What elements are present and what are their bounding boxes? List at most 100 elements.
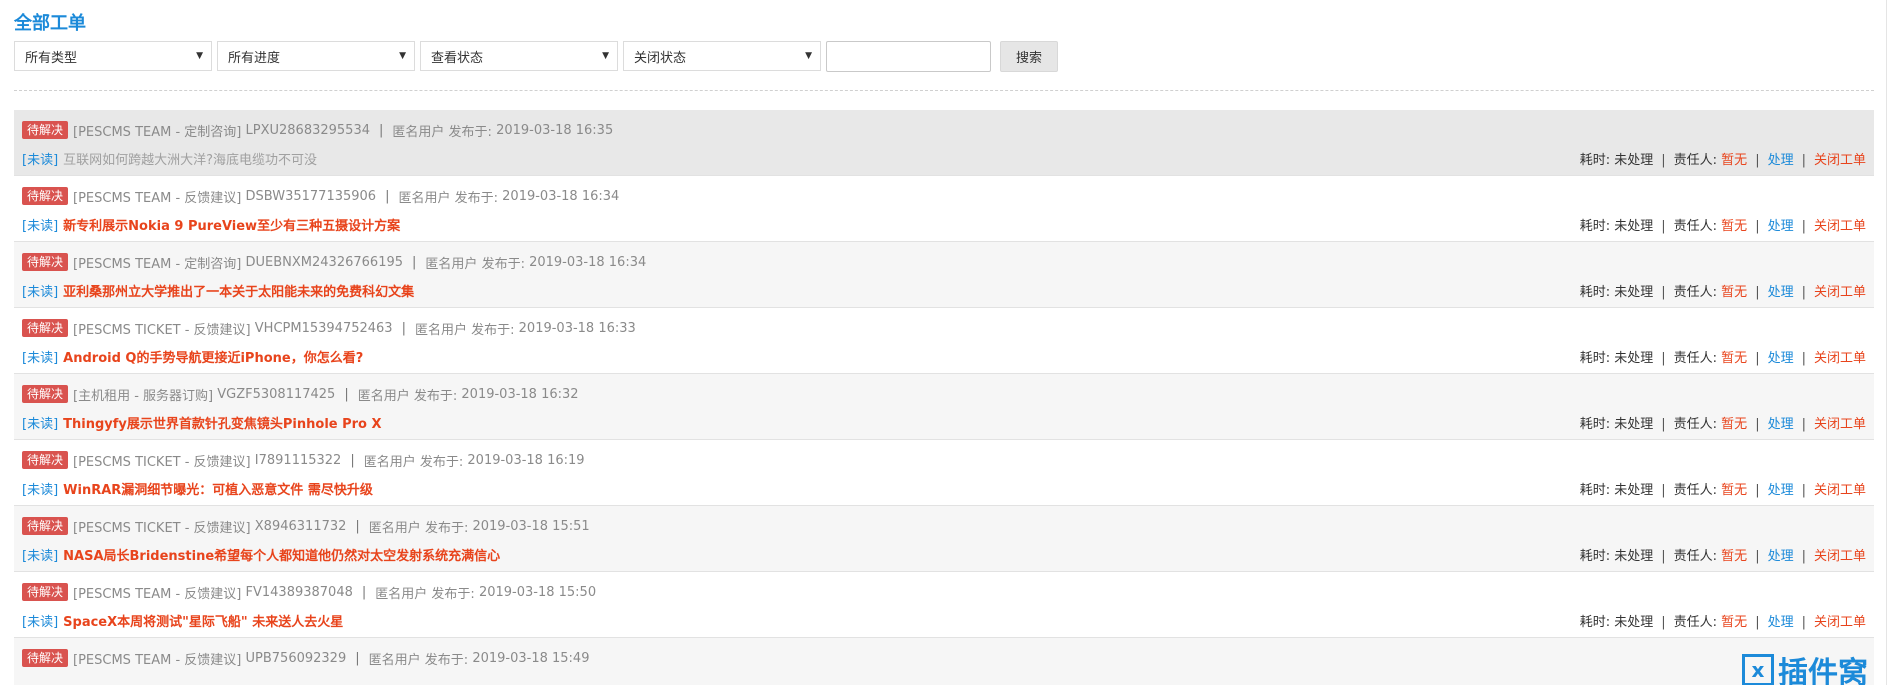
- assignee-label: 责任人:: [1673, 417, 1718, 432]
- close-ticket-link[interactable]: 关闭工单: [1814, 153, 1866, 168]
- time-used-value: 未处理: [1614, 549, 1654, 564]
- separator: |: [412, 254, 417, 270]
- ticket-subject-line: [未读] 互联网如何跨越大洲大洋?海底电缆功不可没: [22, 149, 317, 168]
- watermark-text: 插件窝: [1778, 656, 1868, 685]
- progress-select[interactable]: 所有进度 ▼: [217, 41, 415, 71]
- process-link[interactable]: 处理: [1768, 153, 1794, 168]
- ticket-date: 2019-03-18 16:35: [496, 122, 614, 138]
- search-input[interactable]: [826, 41, 991, 72]
- separator: |: [1801, 285, 1806, 300]
- time-used-label: 耗时:: [1579, 285, 1611, 300]
- published-label: 发布于:: [431, 586, 475, 602]
- close-ticket-link[interactable]: 关闭工单: [1814, 219, 1866, 234]
- chevron-down-icon: ▼: [399, 51, 406, 61]
- ticket-list: 待解决 [PESCMS TEAM - 定制咨询] LPXU28683295534 |…: [14, 110, 1874, 685]
- unread-marker: [未读]: [22, 351, 59, 366]
- ticket-meta: 耗时: 未处理 | 责任人: 暂无 | 处理 | 关闭工单: [1580, 281, 1866, 300]
- status-badge: 待解决: [22, 319, 69, 337]
- unread-marker: [未读]: [22, 549, 59, 564]
- status-badge: 待解决: [22, 451, 69, 469]
- ticket-subject-link[interactable]: 亚利桑那州立大学推出了一本关于太阳能未来的免费科幻文集: [63, 285, 414, 300]
- type-select[interactable]: 所有类型 ▼: [14, 41, 212, 71]
- chevron-down-icon: ▼: [805, 51, 812, 61]
- process-link[interactable]: 处理: [1768, 417, 1794, 432]
- ticket-info: 待解决 [主机租用 - 服务器订购] VGZF5308117425 | 匿名用户 发布…: [22, 385, 579, 404]
- time-used-value: 未处理: [1614, 285, 1654, 300]
- ticket-info: 待解决 [PESCMS TICKET - 反馈建议] I7891115322 | 匿名…: [22, 451, 585, 470]
- separator: |: [1755, 483, 1760, 498]
- ticket-author: 匿名用户: [357, 388, 410, 404]
- separator: |: [1801, 219, 1806, 234]
- ticket-subject-link[interactable]: WinRAR漏洞细节曝光：可植入恶意文件 需尽快升级: [63, 483, 373, 498]
- close-ticket-link[interactable]: 关闭工单: [1814, 483, 1866, 498]
- unread-marker: [未读]: [22, 483, 59, 498]
- ticket-number: VHCPM15394752463: [254, 320, 393, 336]
- time-used-label: 耗时:: [1579, 417, 1611, 432]
- published-label: 发布于:: [471, 322, 515, 338]
- separator: |: [361, 584, 367, 600]
- assignee-value: 暂无: [1721, 549, 1748, 564]
- ticket-subject-line: [未读] SpaceX本周将测试"星际飞船" 未来送人去火星: [22, 611, 343, 630]
- time-used-label: 耗时:: [1579, 153, 1611, 168]
- page-title: 全部工单: [14, 13, 86, 34]
- ticket-subject-line: [未读] Thingyfy展示世界首款针孔变焦镜头Pinhole Pro X: [22, 413, 382, 432]
- time-used-value: 未处理: [1614, 417, 1654, 432]
- published-label: 发布于:: [413, 388, 458, 404]
- separator: |: [1801, 153, 1806, 168]
- ticket-number: VGZF5308117425: [217, 386, 336, 402]
- assignee-value: 暂无: [1721, 219, 1748, 234]
- separator: |: [1661, 351, 1666, 366]
- ticket-subject-link[interactable]: Android Q的手势导航更接近iPhone，你怎么看?: [63, 351, 363, 366]
- ticket-subject-link[interactable]: Thingyfy展示世界首款针孔变焦镜头Pinhole Pro X: [63, 417, 381, 432]
- view-status-select[interactable]: 查看状态 ▼: [420, 41, 618, 71]
- search-button[interactable]: 搜索: [1000, 41, 1058, 72]
- ticket-subject-link[interactable]: 新专利展示Nokia 9 PureView至少有三种五摄设计方案: [63, 219, 400, 234]
- published-label: 发布于:: [481, 256, 525, 272]
- ticket-subject-line: [未读] Android Q的手势导航更接近iPhone，你怎么看?: [22, 347, 363, 366]
- close-ticket-link[interactable]: 关闭工单: [1814, 549, 1866, 564]
- close-ticket-link[interactable]: 关闭工单: [1814, 285, 1866, 300]
- process-link[interactable]: 处理: [1768, 285, 1794, 300]
- assignee-label: 责任人:: [1673, 615, 1718, 630]
- process-link[interactable]: 处理: [1768, 219, 1794, 234]
- ticket-subject-link[interactable]: NASA局长Bridenstine希望每个人都知道他仍然对太空发射系统充满信心: [63, 549, 500, 564]
- assignee-label: 责任人:: [1673, 483, 1718, 498]
- assignee-value: 暂无: [1721, 483, 1748, 498]
- watermark-logo: x 插件窝: [1742, 648, 1868, 685]
- ticket-author: 匿名用户: [392, 124, 445, 140]
- ticket-row: 待解决 [PESCMS TICKET - 反馈建议] X8946311732 | 匿名…: [14, 506, 1874, 572]
- ticket-subject-link[interactable]: 互联网如何跨越大洲大洋?海底电缆功不可没: [63, 153, 317, 168]
- time-used-value: 未处理: [1614, 351, 1654, 366]
- ticket-info: 待解决 [PESCMS TEAM - 反馈建议] FV14389387048 | 匿名…: [22, 583, 596, 602]
- close-ticket-link[interactable]: 关闭工单: [1814, 417, 1866, 432]
- assignee-value: 暂无: [1721, 153, 1748, 168]
- close-ticket-link[interactable]: 关闭工单: [1814, 351, 1866, 366]
- assignee-label: 责任人:: [1673, 153, 1718, 168]
- separator: |: [350, 452, 355, 468]
- ticket-info: 待解决 [PESCMS TICKET - 反馈建议] X8946311732 | 匿名…: [22, 517, 590, 536]
- right-edge-line: [1886, 0, 1887, 685]
- ticket-meta: 耗时: 未处理 | 责任人: 暂无 | 处理 | 关闭工单: [1580, 149, 1866, 168]
- separator: |: [1661, 285, 1666, 300]
- ticket-team: [PESCMS TEAM - 反馈建议]: [73, 190, 242, 206]
- separator: |: [1755, 153, 1760, 168]
- separator: |: [1661, 615, 1666, 630]
- ticket-row: 待解决 [主机租用 - 服务器订购] VGZF5308117425 | 匿名用户 发布…: [14, 374, 1874, 440]
- process-link[interactable]: 处理: [1768, 351, 1794, 366]
- ticket-team: [PESCMS TEAM - 反馈建议]: [73, 586, 242, 602]
- process-link[interactable]: 处理: [1768, 615, 1794, 630]
- ticket-number: DSBW35177135906: [245, 188, 377, 204]
- assignee-label: 责任人:: [1673, 219, 1718, 234]
- ticket-subject-link[interactable]: SpaceX本周将测试"星际飞船" 未来送人去火星: [63, 615, 343, 630]
- close-ticket-link[interactable]: 关闭工单: [1814, 615, 1866, 630]
- process-link[interactable]: 处理: [1768, 483, 1794, 498]
- separator: |: [1661, 153, 1666, 168]
- ticket-info: 待解决 [PESCMS TEAM - 反馈建议] DSBW35177135906 |…: [22, 187, 619, 206]
- ticket-team: [主机租用 - 服务器订购]: [73, 388, 214, 404]
- ticket-meta: 耗时: 未处理 | 责任人: 暂无 | 处理 | 关闭工单: [1580, 413, 1866, 432]
- close-status-select[interactable]: 关闭状态 ▼: [623, 41, 821, 71]
- process-link[interactable]: 处理: [1768, 549, 1794, 564]
- view-status-select-value: 查看状态: [431, 50, 484, 66]
- separator: |: [1661, 219, 1666, 234]
- ticket-info: 待解决 [PESCMS TEAM - 定制咨询] LPXU28683295534 |…: [22, 121, 614, 140]
